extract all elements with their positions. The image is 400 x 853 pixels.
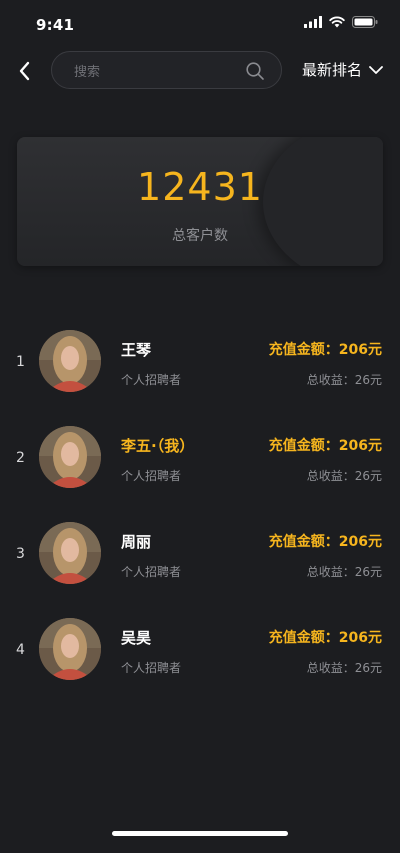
signal-icon (304, 16, 322, 28)
status-icons (304, 16, 378, 28)
total-income: 总收益：26元 (306, 373, 382, 387)
home-indicator[interactable] (112, 831, 288, 836)
avatar (39, 426, 101, 488)
total-customers-value: 12431 (137, 165, 263, 209)
avatar (39, 330, 101, 392)
list-item[interactable]: 1 王琴 个人招聘者 充值金额：206元 总收益：26元 (0, 330, 400, 394)
status-bar: 9:41 (0, 0, 400, 48)
rank-number: 4 (16, 642, 25, 658)
list-item[interactable]: 3 周丽 个人招聘者 充值金额：206元 总收益：26元 (0, 522, 400, 586)
back-button[interactable] (14, 58, 36, 84)
recharge-amount: 充值金额：206元 (268, 342, 382, 358)
customer-role: 个人招聘者 (121, 565, 182, 579)
search-input[interactable] (72, 61, 236, 83)
nav-bar: 最新排名 (0, 50, 400, 92)
customer-name: 吴昊 (121, 629, 152, 647)
total-income: 总收益：26元 (306, 565, 382, 579)
customer-name: 周丽 (121, 533, 152, 551)
customer-name: 王琴 (121, 341, 152, 359)
search-icon[interactable] (245, 61, 265, 81)
rank-number: 3 (16, 546, 25, 562)
rank-number: 2 (16, 450, 25, 466)
sort-dropdown[interactable]: 最新排名 (302, 59, 384, 80)
wifi-icon (329, 16, 345, 28)
customer-role: 个人招聘者 (121, 661, 182, 675)
list-item[interactable]: 2 李五·（我） 个人招聘者 充值金额：206元 总收益：26元 (0, 426, 400, 490)
sort-label: 最新排名 (301, 61, 362, 79)
customer-name: 李五·（我） (121, 437, 195, 455)
avatar (39, 522, 101, 584)
recharge-amount: 充值金额：206元 (268, 630, 382, 646)
total-income: 总收益：26元 (306, 661, 382, 675)
list-item[interactable]: 4 吴昊 个人招聘者 充值金额：206元 总收益：26元 (0, 618, 400, 682)
search-box[interactable] (51, 51, 282, 89)
summary-card: 12431 总客户数 (17, 137, 383, 266)
battery-icon (352, 16, 378, 28)
rank-number: 1 (16, 354, 25, 370)
customer-role: 个人招聘者 (121, 373, 182, 387)
avatar (39, 618, 101, 680)
customer-role: 个人招聘者 (121, 469, 182, 483)
chevron-down-icon (369, 65, 383, 74)
total-customers-label: 总客户数 (172, 228, 228, 244)
total-income: 总收益：26元 (306, 469, 382, 483)
recharge-amount: 充值金额：206元 (268, 438, 382, 454)
chevron-left-icon (19, 61, 30, 81)
recharge-amount: 充值金额：206元 (268, 534, 382, 550)
status-time: 9:41 (36, 16, 75, 34)
